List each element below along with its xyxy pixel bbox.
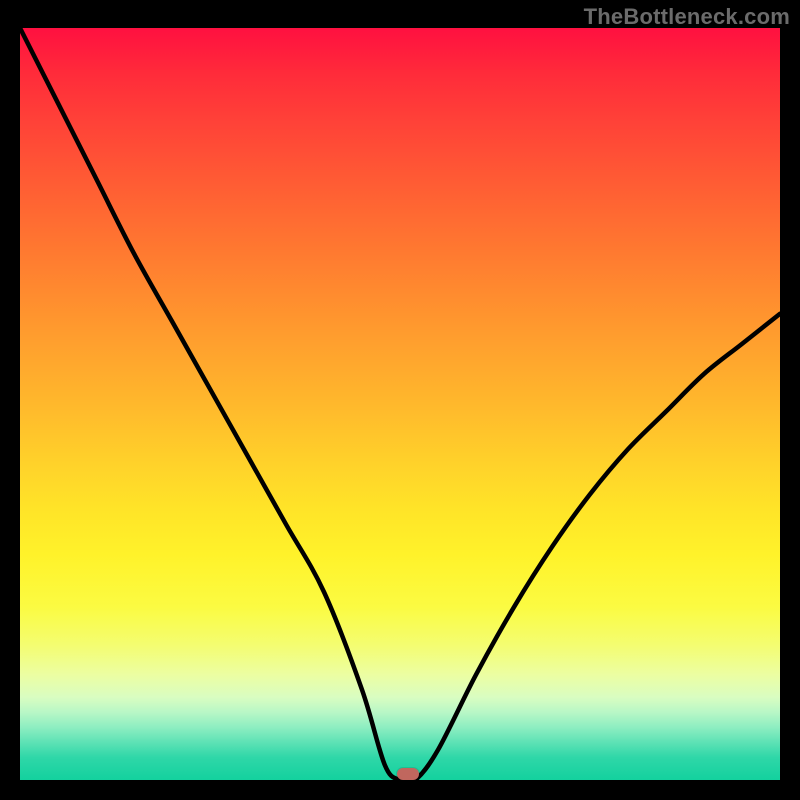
- plot-area: [20, 28, 780, 780]
- optimal-point-marker: [397, 768, 419, 780]
- chart-frame: TheBottleneck.com: [0, 0, 800, 800]
- bottleneck-curve: [20, 28, 780, 780]
- attribution-text: TheBottleneck.com: [584, 4, 790, 30]
